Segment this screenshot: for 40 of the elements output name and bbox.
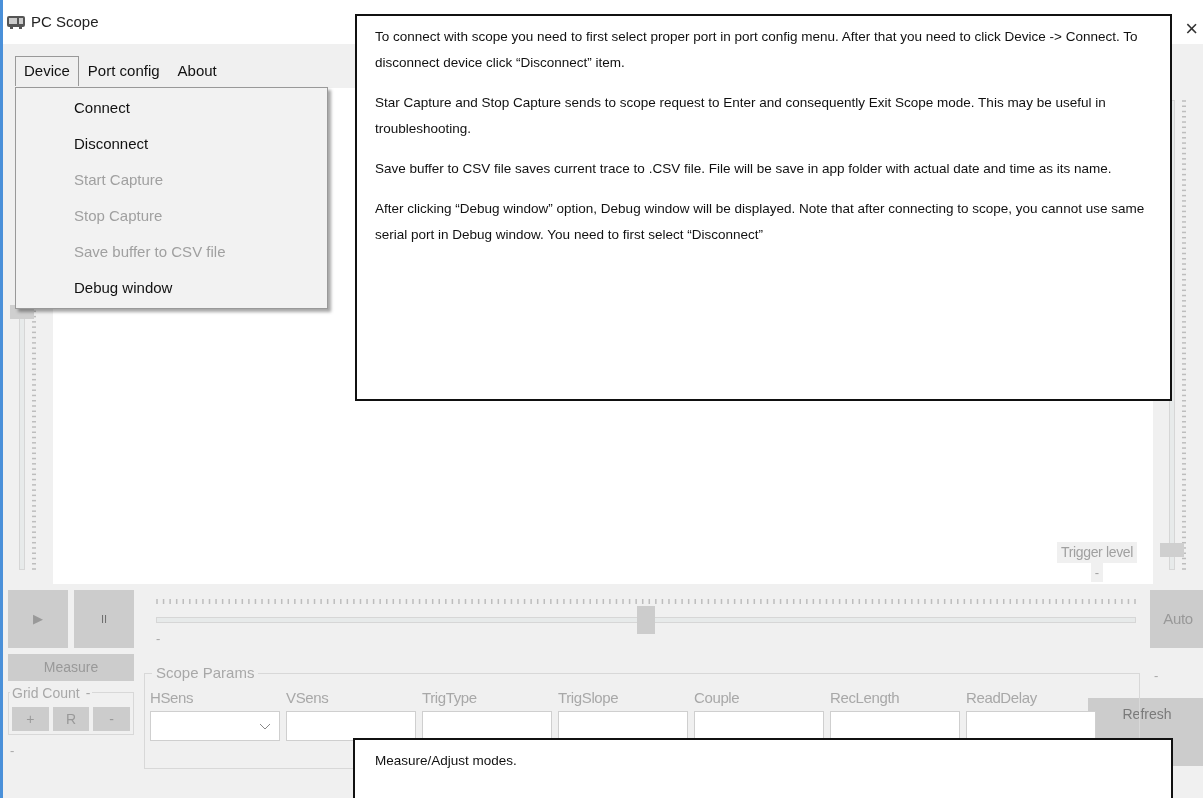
grid-button[interactable]: - (93, 707, 130, 731)
menu-item[interactable]: About (168, 56, 226, 86)
menu-item[interactable]: Port config (78, 56, 169, 86)
callout-text: Save buffer to CSV file saves current trace to .CSV file. File will be save in app folder with actual date and time as its name. (375, 160, 1113, 178)
chevron-down-icon (259, 722, 271, 730)
param-label: TrigSlope (558, 687, 620, 708)
param-field[interactable] (422, 711, 552, 741)
menu-entry[interactable]: Debug window (16, 270, 327, 306)
menu-entry[interactable]: Disconnect (16, 126, 327, 162)
time-value: - (156, 630, 162, 648)
grid-button[interactable]: + (12, 707, 49, 731)
param-field[interactable] (286, 711, 416, 741)
grid-count-value: - (85, 684, 91, 703)
param-field[interactable] (694, 711, 824, 741)
status-value: - (9, 742, 16, 760)
param-label: RecLength (830, 687, 901, 708)
param-label: HSens (150, 687, 195, 708)
param-label: TrigType (422, 687, 478, 708)
pause-button[interactable]: II (74, 590, 134, 648)
slider-thumb[interactable] (1160, 543, 1184, 558)
param-field[interactable] (558, 711, 688, 741)
param-label: VSens (286, 687, 330, 708)
grid-count-label: Grid Count (12, 684, 80, 703)
param-field[interactable] (966, 711, 1096, 741)
auto-value: - (1154, 667, 1160, 685)
app-icon (7, 15, 25, 29)
param-field[interactable] (830, 711, 960, 741)
slider-thumb[interactable] (637, 606, 655, 634)
window-title: PC Scope (31, 11, 99, 32)
callout-text: Measure/Adjust modes. (375, 752, 518, 770)
callout-text: To connect with scope you need to first select proper port in port config menu. After that you need to click Device -> Connect. To disconnect device click “Disconnect” item. (375, 28, 1139, 72)
param-label: ReadDelay (966, 687, 1038, 708)
close-button[interactable]: × (1185, 18, 1198, 40)
trigger-level-label: Trigger level (1057, 541, 1137, 563)
callout-text: Star Capture and Stop Capture sends to scope request to Enter and consequently Exit Scope mode. This may be useful in troubleshooting. (375, 94, 1107, 138)
param-label: Couple (694, 687, 741, 708)
menu-entry[interactable]: Connect (16, 90, 327, 126)
menu-item[interactable]: Device (15, 56, 79, 86)
play-button[interactable]: ▶ (8, 590, 68, 648)
callout-text: After clicking “Debug window” option, Debug window will be displayed. Note that after connecting to scope, you cannot use same serial port in Debug window. You need to first select “Disconnect” (375, 200, 1146, 244)
